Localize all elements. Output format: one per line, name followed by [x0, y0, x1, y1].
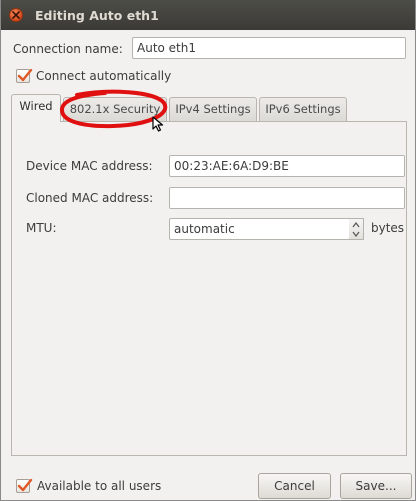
device-mac-input[interactable]: 00:23:AE:6A:D9:BE: [169, 155, 405, 177]
tab-ipv6-settings[interactable]: IPv6 Settings: [259, 97, 347, 121]
available-all-users-checkbox[interactable]: [16, 479, 33, 493]
connection-editor-window: Editing Auto eth1 Connection name: Auto …: [0, 0, 416, 501]
cloned-mac-label: Cloned MAC address:: [26, 191, 154, 205]
connect-automatically-checkbox[interactable]: [16, 69, 33, 83]
connection-name-label: Connection name:: [13, 42, 123, 56]
checkmark-icon: [17, 69, 33, 82]
tab-ipv4-settings[interactable]: IPv4 Settings: [169, 97, 257, 121]
checkmark-icon: [17, 479, 33, 492]
connect-automatically-label[interactable]: Connect automatically: [36, 69, 171, 83]
connection-name-input[interactable]: Auto eth1: [132, 37, 406, 59]
save-button[interactable]: Save...: [340, 473, 412, 499]
cloned-mac-input[interactable]: [169, 187, 405, 209]
mtu-input[interactable]: automatic: [169, 218, 350, 240]
available-all-users-label[interactable]: Available to all users: [37, 479, 161, 493]
close-button[interactable]: [9, 8, 23, 22]
cancel-button[interactable]: Cancel: [258, 473, 331, 499]
mtu-unit-label: bytes: [371, 221, 405, 235]
window-title: Editing Auto eth1: [35, 8, 159, 23]
chevron-down-icon[interactable]: [352, 231, 360, 237]
close-icon: [12, 11, 20, 19]
mouse-pointer-icon: [152, 116, 164, 132]
mtu-spinner[interactable]: [349, 218, 364, 240]
title-bar[interactable]: Editing Auto eth1: [1, 0, 415, 30]
device-mac-label: Device MAC address:: [26, 159, 153, 173]
chevron-up-icon[interactable]: [352, 222, 360, 228]
mtu-label: MTU:: [26, 221, 57, 235]
tab-wired[interactable]: Wired: [11, 94, 61, 122]
